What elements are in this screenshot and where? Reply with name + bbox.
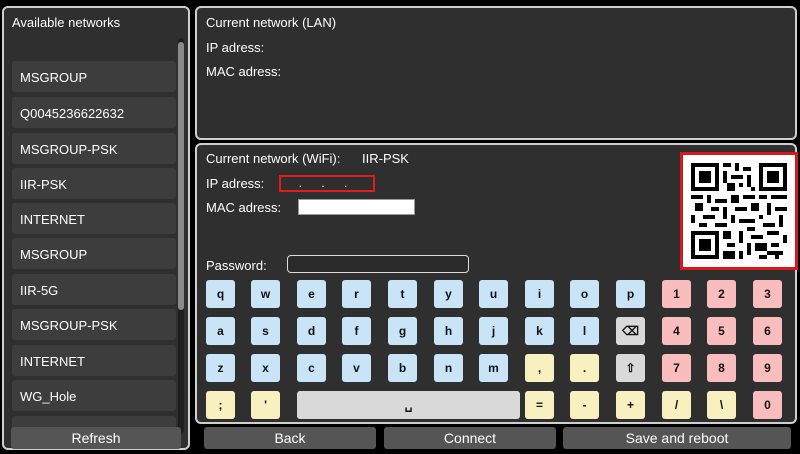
key-e[interactable]: e xyxy=(297,280,326,308)
on-screen-keyboard: q w e r t y u i o p 1 2 3 a s d f g h j … xyxy=(206,280,794,420)
available-networks-title: Available networks xyxy=(12,15,121,30)
key-minus[interactable]: - xyxy=(570,391,599,419)
key-7[interactable]: 7 xyxy=(662,354,691,382)
qr-code xyxy=(680,152,798,270)
key-equals[interactable]: = xyxy=(525,391,554,419)
key-l[interactable]: l xyxy=(570,317,599,345)
connect-button[interactable]: Connect xyxy=(384,427,556,449)
key-x[interactable]: x xyxy=(251,354,280,382)
key-3[interactable]: 3 xyxy=(753,280,782,308)
lan-panel: Current network (LAN) IP adress: MAC adr… xyxy=(195,6,797,140)
network-item-iir-psk[interactable]: IIR-PSK xyxy=(12,168,176,199)
key-8[interactable]: 8 xyxy=(707,354,736,382)
wifi-ssid: IIR-PSK xyxy=(362,151,409,166)
key-0[interactable]: 0 xyxy=(753,391,782,419)
network-item-msgroup[interactable]: MSGROUP xyxy=(12,61,176,92)
key-s[interactable]: s xyxy=(251,317,280,345)
network-item-internet[interactable]: INTERNET xyxy=(12,203,176,234)
key-plus[interactable]: + xyxy=(616,391,645,419)
backspace-key[interactable]: ⌫ xyxy=(616,317,645,345)
key-k[interactable]: k xyxy=(525,317,554,345)
network-item-msgroup-2[interactable]: MSGROUP xyxy=(12,238,176,269)
lan-mac-label: MAC adress: xyxy=(206,64,282,79)
lan-ip-label: IP adress: xyxy=(206,40,265,55)
key-6[interactable]: 6 xyxy=(753,317,782,345)
shift-key[interactable]: ⇧ xyxy=(616,354,645,382)
network-item-iir-5g[interactable]: IIR-5G xyxy=(12,274,176,305)
key-period[interactable]: . xyxy=(570,354,599,382)
password-input[interactable] xyxy=(287,255,469,273)
key-semicolon[interactable]: ; xyxy=(206,391,235,419)
key-4[interactable]: 4 xyxy=(662,317,691,345)
key-r[interactable]: r xyxy=(342,280,371,308)
wifi-ip-label: IP adress: xyxy=(206,176,265,191)
wifi-panel: Current network (WiFi): IIR-PSK IP adres… xyxy=(195,143,798,424)
lan-title: Current network (LAN) xyxy=(206,15,337,30)
key-y[interactable]: y xyxy=(434,280,463,308)
key-p[interactable]: p xyxy=(616,280,645,308)
scrollbar-thumb[interactable] xyxy=(178,42,184,310)
save-and-reboot-button[interactable]: Save and reboot xyxy=(563,427,791,449)
key-n[interactable]: n xyxy=(434,354,463,382)
key-d[interactable]: d xyxy=(297,317,326,345)
key-backslash[interactable]: \ xyxy=(707,391,736,419)
key-z[interactable]: z xyxy=(206,354,235,382)
network-item-internet-2[interactable]: INTERNET xyxy=(12,345,176,376)
key-i[interactable]: i xyxy=(525,280,554,308)
refresh-button[interactable]: Refresh xyxy=(11,427,181,449)
key-comma[interactable]: , xyxy=(525,354,554,382)
key-u[interactable]: u xyxy=(479,280,508,308)
network-item-msgroup-psk-2[interactable]: MSGROUP-PSK xyxy=(12,309,176,340)
key-b[interactable]: b xyxy=(388,354,417,382)
key-f[interactable]: f xyxy=(342,317,371,345)
key-g[interactable]: g xyxy=(388,317,417,345)
key-a[interactable]: a xyxy=(206,317,235,345)
key-q[interactable]: q xyxy=(206,280,235,308)
key-h[interactable]: h xyxy=(434,317,463,345)
key-m[interactable]: m xyxy=(479,354,508,382)
network-item-msgroup-psk[interactable]: MSGROUP-PSK xyxy=(12,133,176,164)
network-list[interactable]: MSGROUP Q0045236622632 MSGROUP-PSK IIR-P… xyxy=(12,46,176,434)
key-o[interactable]: o xyxy=(570,280,599,308)
network-item-q0045236622632[interactable]: Q0045236622632 xyxy=(12,97,176,128)
available-networks-panel: Available networks MSGROUP Q004523662263… xyxy=(2,6,190,450)
wifi-mac-label: MAC adress: xyxy=(206,200,282,215)
key-c[interactable]: c xyxy=(297,354,326,382)
password-label: Password: xyxy=(206,258,267,273)
key-w[interactable]: w xyxy=(251,280,280,308)
key-5[interactable]: 5 xyxy=(707,317,736,345)
key-v[interactable]: v xyxy=(342,354,371,382)
network-list-scrollbar[interactable] xyxy=(178,38,184,434)
key-apostrophe[interactable]: ' xyxy=(251,391,280,419)
key-j[interactable]: j xyxy=(479,317,508,345)
key-slash[interactable]: / xyxy=(662,391,691,419)
key-1[interactable]: 1 xyxy=(662,280,691,308)
key-2[interactable]: 2 xyxy=(707,280,736,308)
qr-code-icon xyxy=(691,163,787,259)
wifi-title: Current network (WiFi): xyxy=(206,151,341,166)
key-9[interactable]: 9 xyxy=(753,354,782,382)
network-item-wg-hole[interactable]: WG_Hole xyxy=(12,380,176,411)
back-button[interactable]: Back xyxy=(204,427,376,449)
key-t[interactable]: t xyxy=(388,280,417,308)
wifi-mac-field xyxy=(298,199,415,215)
wifi-ip-field[interactable]: . . . xyxy=(279,175,375,192)
space-key[interactable]: ␣ xyxy=(297,391,520,419)
